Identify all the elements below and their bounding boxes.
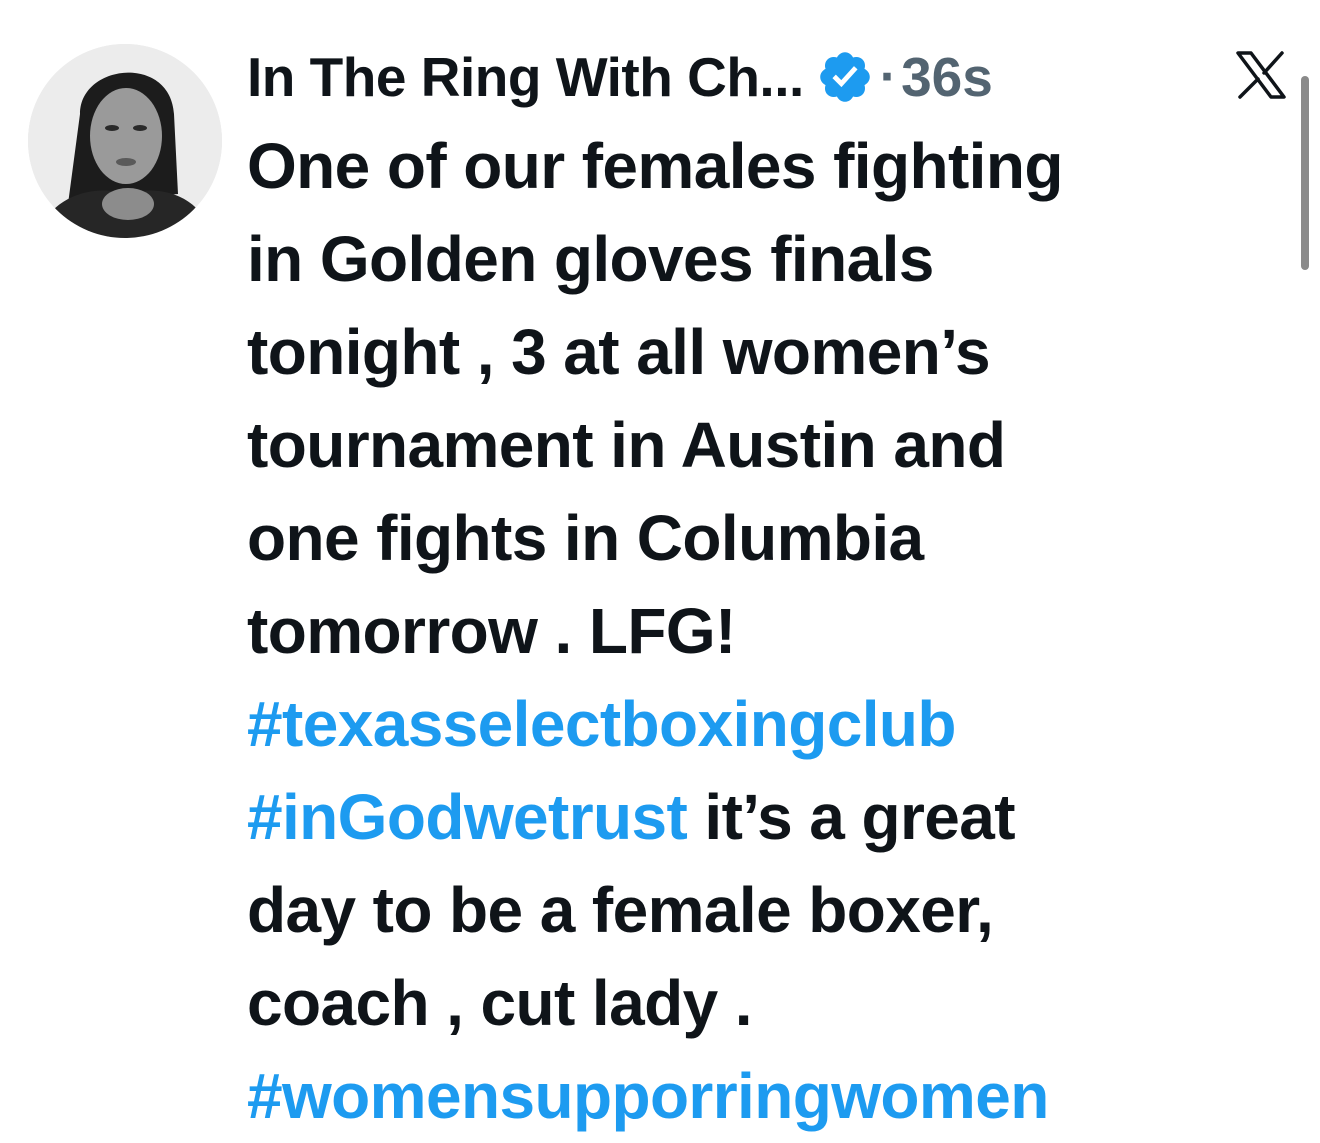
hashtag-link[interactable]: #inGodwetrust — [247, 781, 688, 853]
tweet-text-segment: One of our females fighting — [247, 130, 1063, 202]
tweet-line: one fights in Columbia — [247, 492, 1287, 585]
tweet-text-segment: tournament in Austin and — [247, 409, 1006, 481]
tweet-text-segment: day to be a female boxer, — [247, 874, 994, 946]
separator-dot: · — [879, 48, 898, 106]
tweet-line: One of our females fighting — [247, 120, 1287, 213]
tweet-text-segment: one fights in Columbia — [247, 502, 924, 574]
avatar[interactable] — [28, 44, 222, 238]
tweet-header: In The Ring With Ch... · 36s — [247, 40, 993, 114]
tweet-line: day to be a female boxer, — [247, 864, 1287, 957]
tweet-line: #womensupporringwomen — [247, 1050, 1287, 1143]
tweet-line: #inGodwetrust it’s a great — [247, 771, 1287, 864]
hashtag-link[interactable]: #womensupporringwomen — [247, 1060, 1049, 1132]
x-logo-icon[interactable] — [1234, 50, 1288, 100]
tweet-text-segment: it’s a great — [687, 781, 1015, 853]
hashtag-link[interactable]: #texasselectboxingclub — [247, 688, 956, 760]
avatar-photo — [28, 44, 222, 238]
scrollbar[interactable] — [1301, 76, 1309, 270]
verified-badge-icon — [816, 48, 874, 106]
tweet-line: in Golden gloves finals — [247, 213, 1287, 306]
tweet-line: tournament in Austin and — [247, 399, 1287, 492]
tweet-line: tonight , 3 at all women’s — [247, 306, 1287, 399]
tweet-text-segment: coach , cut lady . — [247, 967, 753, 1039]
tweet-text-segment: tonight , 3 at all women’s — [247, 316, 991, 388]
tweet-line: coach , cut lady . — [247, 957, 1287, 1050]
tweet-timestamp[interactable]: 36s — [901, 45, 993, 109]
author-name[interactable]: In The Ring With Ch... — [247, 45, 804, 109]
tweet-text-segment: in Golden gloves finals — [247, 223, 934, 295]
tweet-line: #texasselectboxingclub — [247, 678, 1287, 771]
tweet-line: tomorrow . LFG! — [247, 585, 1287, 678]
tweet-text-segment: tomorrow . LFG! — [247, 595, 736, 667]
tweet-text: One of our females fighting in Golden glo… — [247, 120, 1287, 1143]
